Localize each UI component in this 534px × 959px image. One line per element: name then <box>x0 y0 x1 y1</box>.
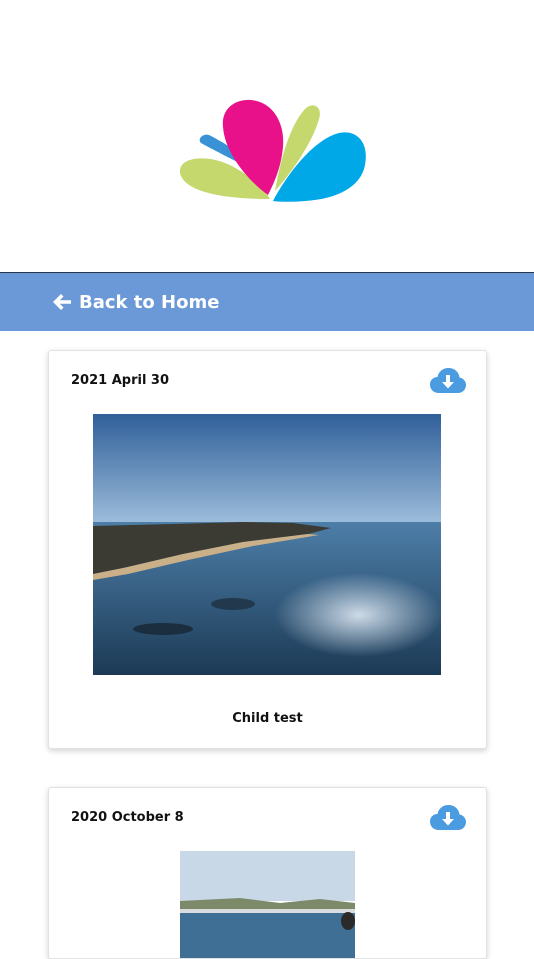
post-card: 2020 October 8 <box>48 787 487 959</box>
beach-photo <box>180 851 355 958</box>
post-card: 2021 April 30 Child test <box>48 350 487 749</box>
petal-logo-icon <box>179 99 366 202</box>
post-caption: Child test <box>232 711 303 726</box>
coastline-photo <box>93 414 441 675</box>
back-to-home-label: Back to Home <box>79 291 220 313</box>
post-date: 2021 April 30 <box>71 373 170 388</box>
arrow-left-icon <box>53 294 71 310</box>
post-photo[interactable] <box>93 414 441 675</box>
cloud-download-icon[interactable] <box>430 367 466 395</box>
cloud-download-icon[interactable] <box>430 804 466 832</box>
back-to-home-link[interactable]: Back to Home <box>52 289 219 315</box>
post-date: 2020 October 8 <box>71 810 184 825</box>
logo-header <box>0 0 534 272</box>
nav-bar: Back to Home <box>0 273 534 331</box>
post-photo[interactable] <box>180 851 355 958</box>
